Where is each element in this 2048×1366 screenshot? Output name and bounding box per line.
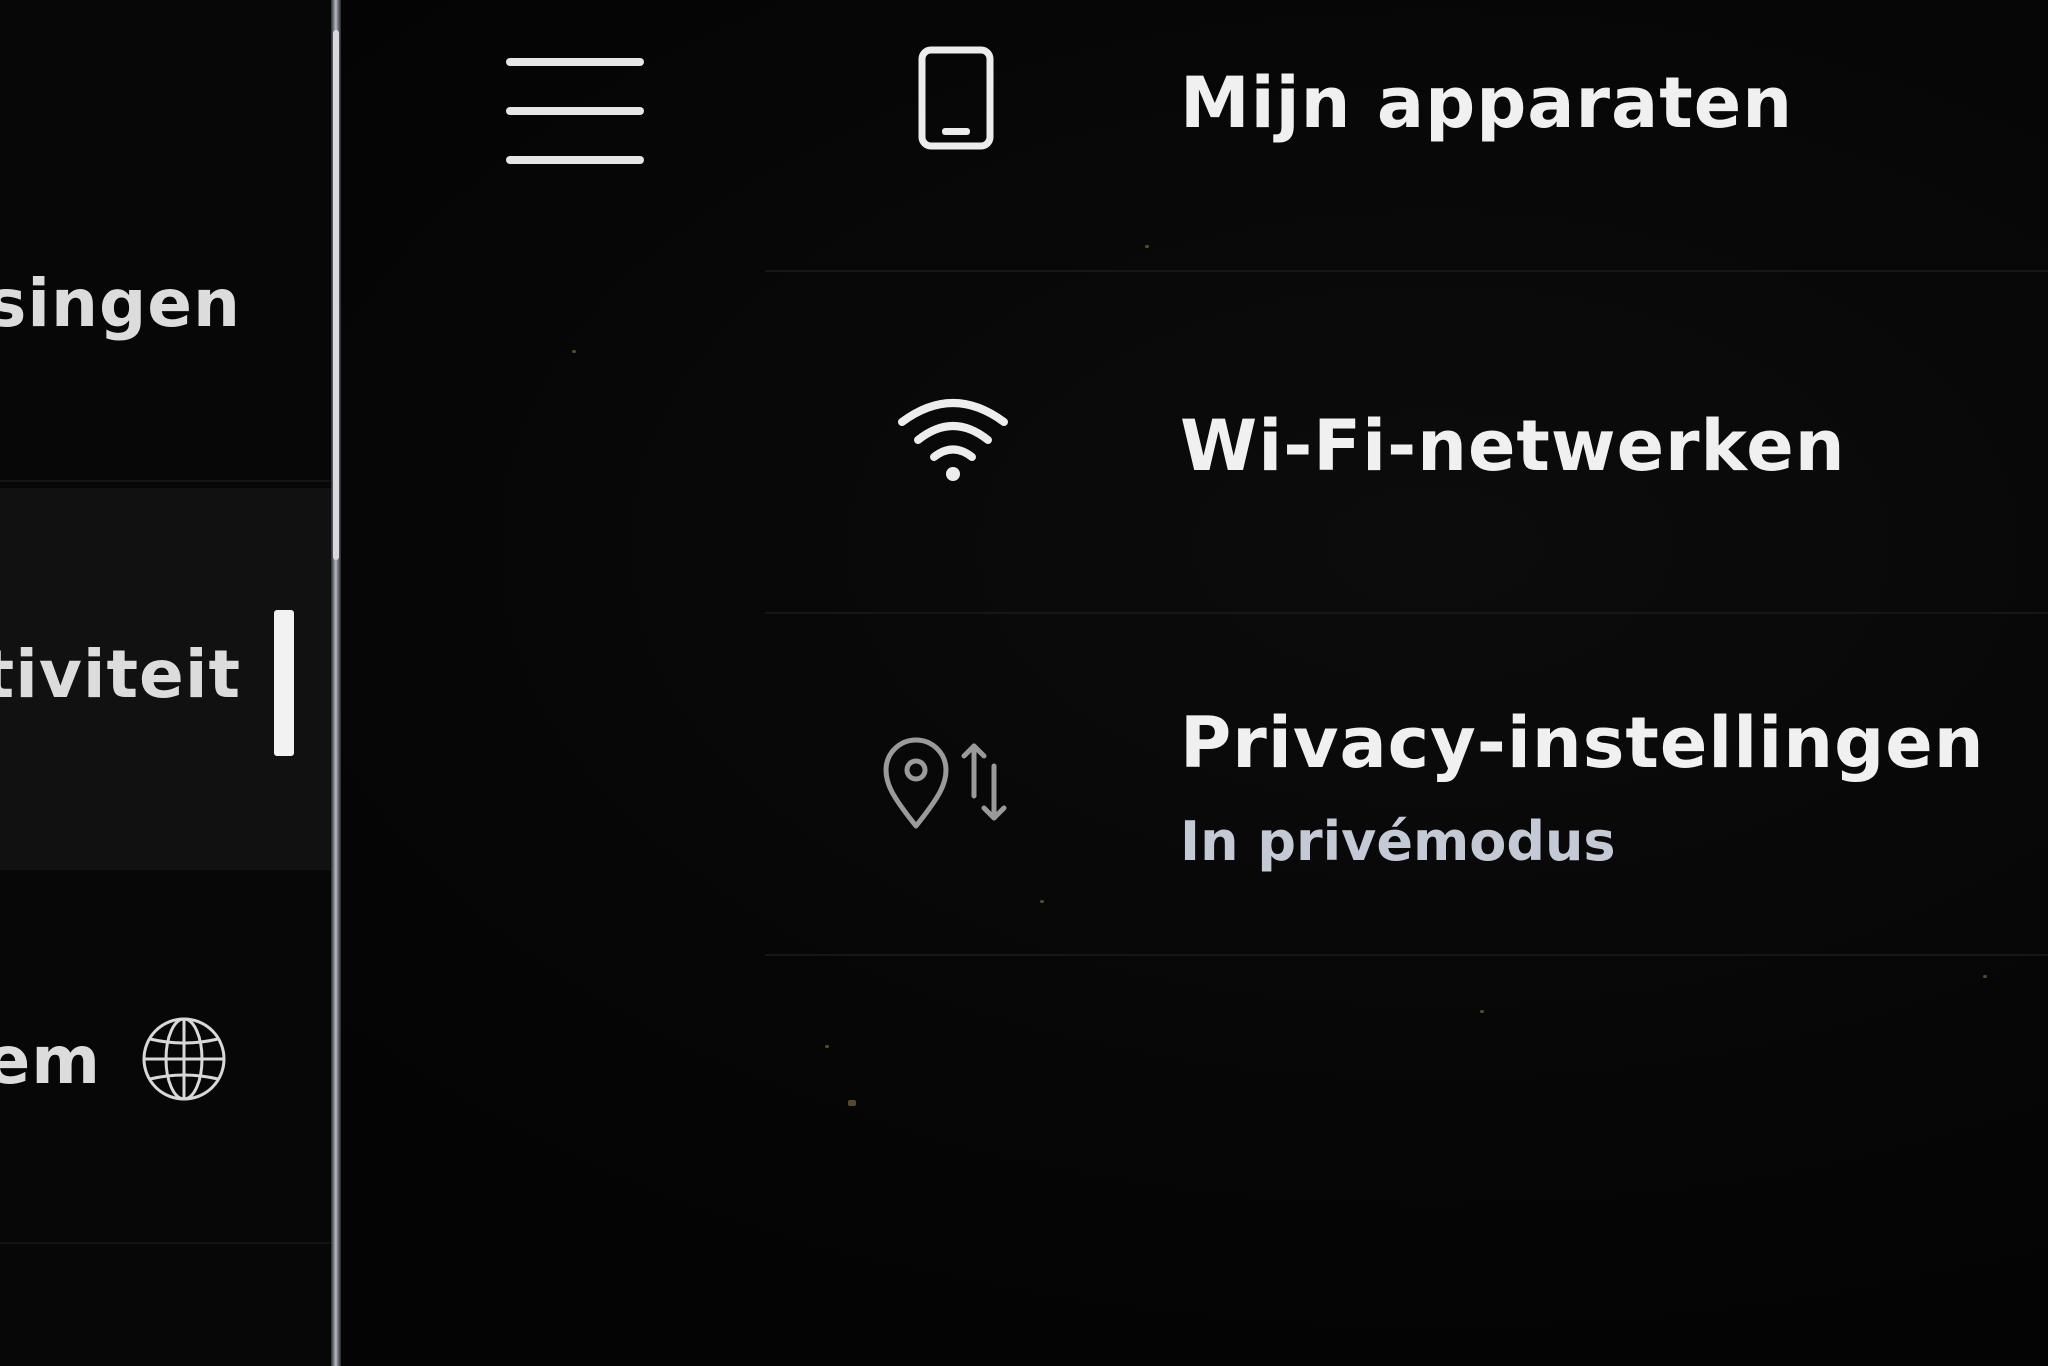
scrollbar-thumb[interactable] — [333, 30, 339, 560]
active-item-indicator — [274, 610, 294, 756]
my-devices-title: Mijn apparaten — [1180, 62, 1794, 144]
sidebar-item-label: ctiviteit — [0, 636, 241, 713]
dust-speck — [1145, 245, 1149, 248]
globe-icon — [142, 1017, 226, 1101]
wifi-networks-title: Wi-Fi-netwerken — [1180, 405, 1846, 487]
wifi-icon — [898, 399, 1008, 481]
privacy-mode-status: In privémodus — [1180, 810, 1616, 873]
dust-speck — [825, 1045, 829, 1048]
hamburger-menu-icon[interactable] — [506, 56, 644, 166]
sidebar-item-settings[interactable]: singen — [0, 180, 331, 482]
sidebar: singen ctiviteit em — [0, 0, 336, 1366]
dust-speck — [1983, 975, 1987, 978]
dust-speck — [1040, 900, 1044, 903]
dust-speck — [1480, 1010, 1484, 1013]
dust-speck — [572, 350, 576, 353]
dust-speck — [848, 1100, 856, 1106]
sidebar-item-label: singen — [0, 265, 241, 342]
privacy-settings-title: Privacy-instellingen — [1180, 702, 1985, 784]
sidebar-scrollbar[interactable] — [331, 0, 341, 1366]
sidebar-item-label: em — [0, 1022, 101, 1099]
location-data-icon — [883, 737, 1007, 829]
settings-screen: singen ctiviteit em — [0, 0, 2048, 1366]
phone-icon — [918, 46, 994, 150]
